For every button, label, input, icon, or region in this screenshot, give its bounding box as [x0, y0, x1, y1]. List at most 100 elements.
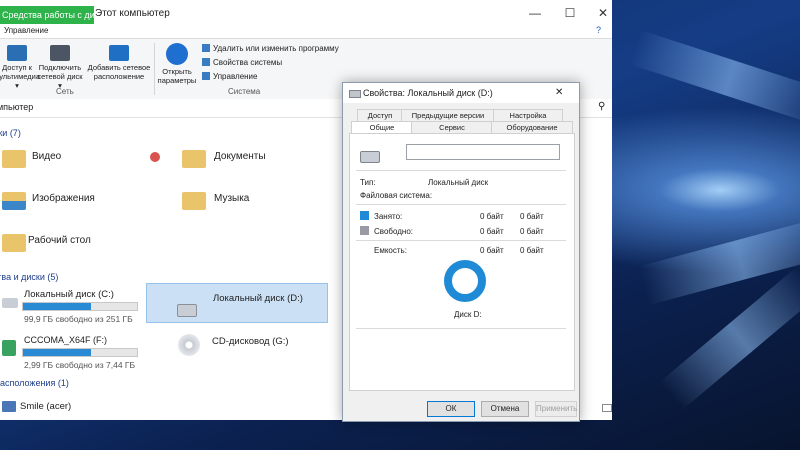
- folder-label: Музыка: [214, 193, 250, 204]
- filesystem-label: Файловая система:: [360, 191, 433, 200]
- uninstall-program-command[interactable]: Удалить или изменить программу: [202, 44, 339, 53]
- general-tab-panel: Тип: Локальный диск Файловая система: За…: [349, 133, 575, 391]
- gear-icon: [166, 43, 188, 65]
- button-label: расположение: [93, 72, 145, 81]
- map-network-drive-button[interactable]: Подключить сетевой диск ▾: [36, 45, 84, 90]
- divider: [356, 170, 566, 171]
- dialog-title-bar: Свойства: Локальный диск (D:) ✕: [343, 83, 579, 103]
- used-label: Занято:: [374, 212, 403, 221]
- group-label-system: Система: [228, 87, 261, 96]
- command-label: Свойства системы: [213, 58, 283, 67]
- details-view-icon[interactable]: [602, 404, 612, 412]
- drives-section-header[interactable]: Устройства и диски (5): [0, 272, 58, 282]
- folder-item-music[interactable]: Музыка: [180, 186, 340, 220]
- add-network-location-button[interactable]: Добавить сетевое расположение: [84, 45, 154, 81]
- folder-item-images[interactable]: Изображения: [0, 186, 140, 220]
- drive-usage-bar: [22, 302, 138, 311]
- button-label: Добавить сетевое: [87, 63, 151, 72]
- folder-label: Рабочий стол: [28, 235, 91, 246]
- wallpaper-light-ray: [629, 29, 800, 127]
- capacity-size: 0 байт: [520, 246, 544, 255]
- dialog-title: Свойства: Локальный диск (D:): [363, 88, 493, 98]
- system-properties-command[interactable]: Свойства системы: [202, 58, 282, 67]
- folder-label: Изображения: [32, 193, 95, 204]
- apply-button[interactable]: Применить: [535, 401, 577, 417]
- capacity-label: Емкость:: [374, 246, 407, 255]
- drive-item-d[interactable]: Локальный диск (D:): [146, 283, 328, 323]
- tab-manage[interactable]: Управление: [0, 24, 68, 38]
- drive-item-c[interactable]: Локальный диск (C:) 99,9 ГБ свободно из …: [0, 284, 142, 326]
- disk-label: Диск D:: [454, 310, 482, 319]
- command-label: Управление: [213, 72, 258, 81]
- usb-drive-icon: [2, 340, 16, 356]
- address-path: Этот компьютер: [0, 102, 34, 112]
- free-label: Свободно:: [374, 227, 413, 236]
- button-label: параметры: [157, 76, 197, 85]
- volume-name-input[interactable]: [406, 144, 560, 160]
- properties-dialog: Свойства: Локальный диск (D:) ✕ Доступ П…: [342, 82, 580, 422]
- cd-drive-icon: [178, 334, 200, 356]
- network-item-smile[interactable]: Smile (acer): [0, 398, 120, 418]
- group-label-network: Сеть: [56, 87, 74, 96]
- sync-error-icon: [150, 152, 160, 162]
- button-label: Подключить: [38, 63, 82, 72]
- disk-tools-context-tab[interactable]: Средства работы с дисками: [0, 6, 94, 24]
- close-button[interactable]: ✕: [588, 6, 612, 20]
- used-color-swatch: [360, 211, 369, 220]
- drive-label: Локальный диск (C:): [24, 289, 114, 300]
- minimize-button[interactable]: —: [520, 6, 550, 20]
- media-server-icon: [7, 45, 27, 61]
- divider: [356, 240, 566, 241]
- window-title: Этот компьютер: [95, 8, 170, 19]
- free-bytes: 0 байт: [480, 227, 504, 236]
- drive-item-g[interactable]: CD-дисковод (G:): [170, 330, 330, 364]
- hard-drive-icon: [2, 298, 18, 308]
- used-bytes: 0 байт: [480, 212, 504, 221]
- command-label: Удалить или изменить программу: [213, 44, 339, 53]
- divider: [356, 328, 566, 329]
- network-location-icon: [109, 45, 129, 61]
- ribbon-tabs: [0, 24, 612, 38]
- system-properties-icon: [202, 58, 210, 66]
- network-item-label: Smile (acer): [20, 401, 72, 412]
- drive-label: Локальный диск (D:): [213, 293, 303, 304]
- folder-item-video[interactable]: Видео: [0, 144, 140, 178]
- images-folder-icon: [2, 192, 26, 210]
- search-icon[interactable]: ⚲: [598, 101, 605, 112]
- maximize-button[interactable]: ☐: [555, 6, 585, 20]
- documents-folder-icon: [182, 150, 206, 168]
- drive-free-space: 99,9 ГБ свободно из 251 ГБ: [24, 314, 133, 324]
- hard-drive-icon: [177, 304, 197, 317]
- desktop-folder-icon: [2, 234, 26, 252]
- group-separator: [154, 43, 155, 95]
- folder-item-desktop[interactable]: Рабочий стол: [0, 228, 140, 262]
- free-color-swatch: [360, 226, 369, 235]
- open-settings-button[interactable]: Открыть параметры: [156, 43, 198, 85]
- drive-item-f[interactable]: CCCOMA_X64F (F:) 2,99 ГБ свободно из 7,4…: [0, 330, 142, 372]
- folder-item-documents[interactable]: Документы: [180, 144, 340, 178]
- music-folder-icon: [182, 192, 206, 210]
- programs-icon: [202, 44, 210, 52]
- network-computer-icon: [2, 401, 16, 412]
- video-folder-icon: [2, 150, 26, 168]
- folders-section-header[interactable]: Папки (7): [0, 128, 21, 138]
- network-section-header[interactable]: Сетевые расположения (1): [0, 378, 69, 388]
- divider: [356, 204, 566, 205]
- capacity-bytes: 0 байт: [480, 246, 504, 255]
- manage-command[interactable]: Управление: [202, 72, 257, 81]
- ok-button[interactable]: ОК: [427, 401, 475, 417]
- type-label: Тип:: [360, 178, 376, 187]
- drive-label: CD-дисковод (G:): [212, 336, 289, 347]
- folder-label: Видео: [32, 151, 62, 162]
- used-size: 0 байт: [520, 212, 544, 221]
- button-label: Открыть: [162, 67, 192, 76]
- dialog-close-button[interactable]: ✕: [555, 83, 563, 103]
- hard-drive-icon: [360, 151, 380, 163]
- help-icon[interactable]: ?: [596, 25, 601, 35]
- computer-management-icon: [202, 72, 210, 80]
- free-size: 0 байт: [520, 227, 544, 236]
- cancel-button[interactable]: Отмена: [481, 401, 529, 417]
- drive-usage-bar: [22, 348, 138, 357]
- folder-label: Документы: [214, 151, 266, 162]
- type-value: Локальный диск: [428, 178, 489, 187]
